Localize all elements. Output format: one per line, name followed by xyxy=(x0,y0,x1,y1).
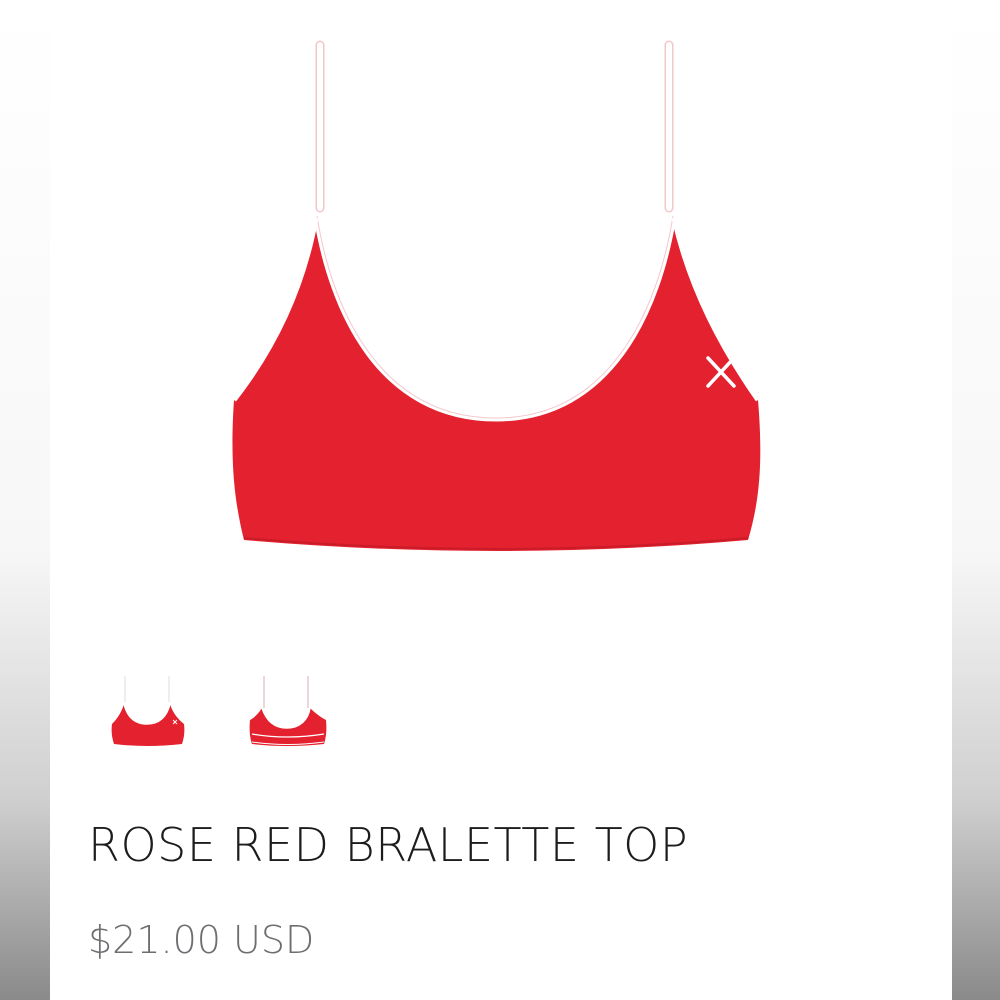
right-backdrop xyxy=(952,0,1000,1000)
left-backdrop xyxy=(0,0,50,1000)
product-title: ROSE RED BRALETTE TOP xyxy=(88,818,689,872)
thumbnail-back[interactable] xyxy=(242,672,332,752)
thumbnail-front[interactable] xyxy=(102,672,192,752)
product-main-image xyxy=(232,40,761,551)
product-price: $21.00 USD xyxy=(88,918,315,962)
product-card: ROSE RED BRALETTE TOP $21.00 USD xyxy=(50,0,952,1000)
